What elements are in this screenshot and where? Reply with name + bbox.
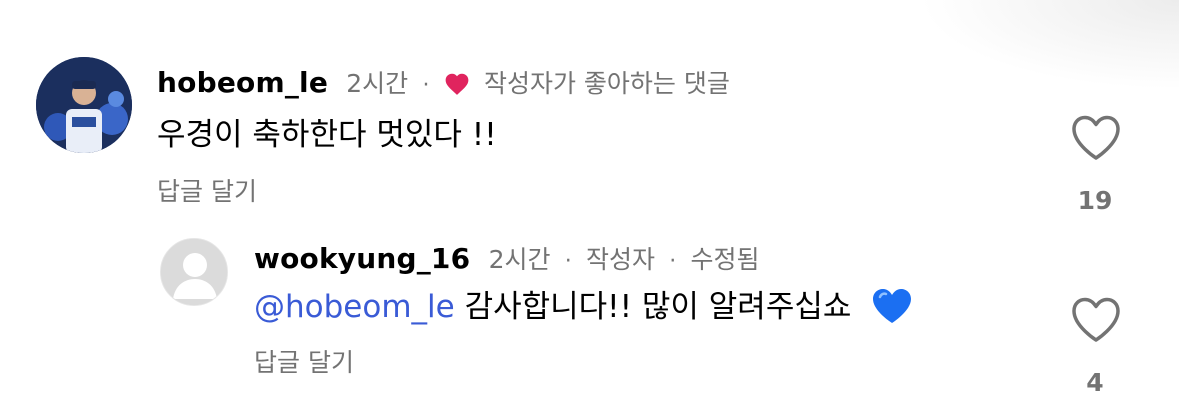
separator-dot: ·: [422, 73, 430, 98]
default-user-icon: [161, 239, 227, 305]
avatar-photo: [36, 57, 132, 153]
reply-header: wookyung_16 2시간 · 작성자 · 수정됨: [254, 242, 760, 279]
avatar[interactable]: [36, 57, 132, 153]
separator-dot: ·: [669, 249, 677, 274]
like-button[interactable]: [1070, 114, 1122, 162]
heart-outline-icon: [1072, 115, 1120, 160]
reply-message: 감사합니다!! 많이 알려주십쇼: [464, 289, 852, 325]
background-shade: [919, 0, 1179, 90]
red-heart-icon: [444, 71, 470, 105]
timestamp: 2시간: [346, 69, 409, 98]
timestamp: 2시간: [488, 245, 551, 274]
liked-by-author-badge: 작성자가 좋아하는 댓글: [483, 69, 730, 98]
comment-text: 우경이 축하한다 멋있다 !!: [157, 117, 497, 153]
blue-heart-emoji: [871, 287, 913, 335]
username[interactable]: hobeom_le: [157, 66, 328, 99]
edited-tag: 수정됨: [690, 245, 760, 274]
reply-text: @hobeom_le 감사합니다!! 많이 알려주십쇼: [254, 287, 913, 335]
author-tag: 작성자: [586, 245, 656, 274]
username[interactable]: wookyung_16: [254, 242, 470, 275]
reply-button[interactable]: 답글 달기: [157, 176, 257, 208]
reply-button[interactable]: 답글 달기: [254, 347, 354, 379]
comment-header: hobeom_le 2시간 · 작성자가 좋아하는 댓글: [157, 66, 730, 105]
like-count: 4: [1086, 368, 1104, 397]
like-count: 19: [1077, 186, 1113, 215]
heart-outline-icon: [1072, 297, 1120, 342]
separator-dot: ·: [564, 249, 572, 274]
avatar-default[interactable]: [160, 238, 228, 306]
like-button[interactable]: [1070, 296, 1122, 344]
mention-link[interactable]: @hobeom_le: [254, 289, 455, 325]
